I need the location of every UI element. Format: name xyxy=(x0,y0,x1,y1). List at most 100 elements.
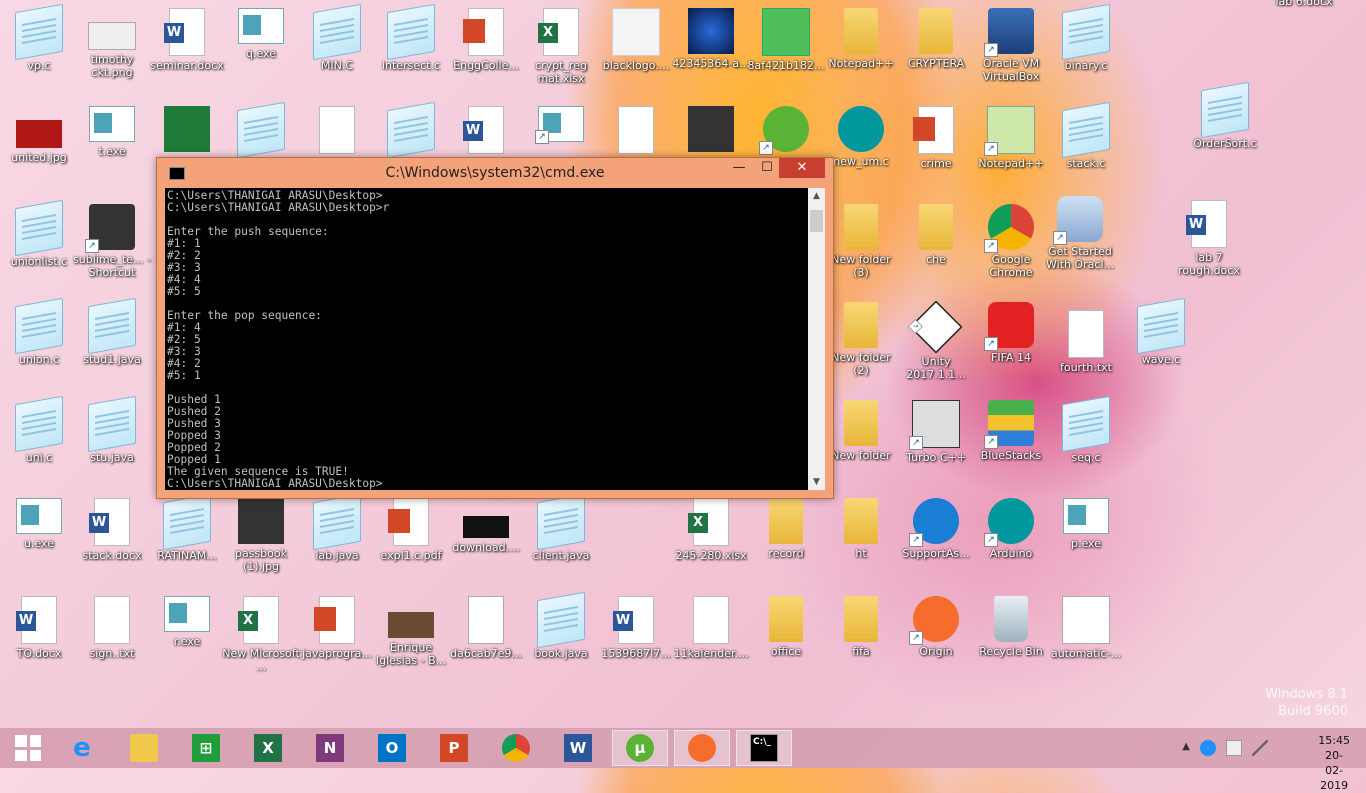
desktop-icon-notepadpp-folder[interactable]: Notepad++ xyxy=(822,8,900,70)
desktop-icon-che[interactable]: che xyxy=(897,204,975,266)
desktop-icon-supportas[interactable]: SupportAs... xyxy=(897,498,975,560)
desktop-icon-unionlist[interactable]: unionlist.c xyxy=(0,199,78,268)
tray-expand-icon[interactable]: ▲ xyxy=(1182,741,1190,752)
desktop-icon-u-exe[interactable]: u.exe xyxy=(0,498,78,550)
desktop-icon-11kalender[interactable]: 11kalender.... xyxy=(672,596,750,660)
desktop-icon-stack-c[interactable]: stack.c xyxy=(1047,101,1125,170)
network-icon[interactable] xyxy=(1252,740,1268,756)
taskbar-cmd[interactable]: C:\_ xyxy=(736,730,792,766)
desktop-icon-min-c[interactable]: MIN.C xyxy=(298,3,376,72)
desktop-icon-turbo-c[interactable]: Turbo C++ xyxy=(897,400,975,464)
taskbar-powerpoint[interactable]: P xyxy=(426,730,482,766)
desktop-icon-fifa[interactable]: fifa xyxy=(822,596,900,658)
taskbar-onenote[interactable]: N xyxy=(302,730,358,766)
desktop-icon-text-doc[interactable] xyxy=(597,106,675,154)
desktop-icon-c-file[interactable] xyxy=(222,101,300,159)
desktop-icon-utorrent[interactable] xyxy=(747,106,825,155)
taskbar-excel[interactable]: X xyxy=(240,730,296,766)
scrollbar-thumb[interactable] xyxy=(810,210,823,232)
vertical-scrollbar[interactable]: ▲ ▼ xyxy=(808,188,825,490)
desktop-icon-c-file-2[interactable] xyxy=(372,101,450,159)
desktop-icon-t-exe[interactable]: t.exe xyxy=(73,106,151,158)
tray-app-icon[interactable] xyxy=(1200,740,1216,756)
desktop-icon-lab6[interactable]: lab 6.docx xyxy=(1265,0,1343,8)
taskbar-store[interactable]: ⊞ xyxy=(178,730,234,766)
desktop-icon-origin[interactable]: Origin xyxy=(897,596,975,658)
desktop-icon-chrome[interactable]: Google Chrome xyxy=(972,204,1050,279)
desktop-icon-vp-c[interactable]: vp.c xyxy=(0,3,78,72)
scroll-up-icon[interactable]: ▲ xyxy=(808,188,825,204)
desktop-icon-q-exe[interactable]: q.exe xyxy=(222,8,300,60)
desktop-icon-bluestacks[interactable]: BlueStacks xyxy=(972,400,1050,462)
desktop-icon-stack-docx[interactable]: stack.docx xyxy=(73,498,151,562)
desktop-icon-recycle-bin[interactable]: Recycle Bin xyxy=(972,596,1050,658)
desktop-icon-uni-c[interactable]: uni.c xyxy=(0,395,78,464)
desktop-icon-field-image[interactable] xyxy=(148,106,226,152)
desktop-icon-p-exe[interactable]: p.exe xyxy=(1047,498,1125,550)
desktop-icon-expl1[interactable]: expl1.c.pdf xyxy=(372,498,450,562)
desktop-icon-new-microsoft[interactable]: New Microsoft ... xyxy=(222,596,300,673)
desktop-icon-oracle[interactable]: Get Started With Oracl... xyxy=(1041,196,1119,271)
desktop-icon-intersect[interactable]: intersect.c xyxy=(372,3,450,72)
desktop-icon-notepadpp[interactable]: Notepad++ xyxy=(972,106,1050,170)
desktop-icon-arduino[interactable]: Arduino xyxy=(972,498,1050,560)
action-center-icon[interactable] xyxy=(1226,740,1242,756)
minimize-button[interactable]: — xyxy=(725,158,753,178)
desktop-icon-automatic[interactable]: automatic-... xyxy=(1047,596,1125,660)
desktop-icon-timothy[interactable]: timothy ckt.png xyxy=(73,8,151,79)
desktop-icon-word-doc[interactable] xyxy=(447,106,525,154)
desktop-icon-download[interactable]: download.... xyxy=(447,498,525,554)
desktop-icon-fourth[interactable]: fourth.txt xyxy=(1047,310,1125,374)
desktop-icon-seminar[interactable]: seminar.docx xyxy=(148,8,226,72)
desktop-icon-to-docx[interactable]: TO.docx xyxy=(0,596,78,660)
desktop-icon-ht[interactable]: ht xyxy=(822,498,900,560)
desktop-icon-ordersort[interactable]: OrderSort.c xyxy=(1186,81,1264,150)
desktop-icon-photo[interactable] xyxy=(672,106,750,152)
desktop-icon-cryptera[interactable]: CRYPTERA xyxy=(897,8,975,70)
desktop-icon-da6cab[interactable]: da6cab7e9... xyxy=(447,596,525,660)
taskbar-outlook[interactable]: O xyxy=(364,730,420,766)
desktop-icon-enggcolle[interactable]: EnggColle... xyxy=(447,8,525,72)
desktop-icon-enrique[interactable]: Enrique Iglesias - B... xyxy=(372,596,450,667)
desktop-icon-sign[interactable]: sign..txt xyxy=(73,596,151,660)
desktop-icon-42345364[interactable]: 42345364-a... xyxy=(672,8,750,70)
desktop-icon-record[interactable]: record xyxy=(747,498,825,560)
desktop-icon-245-280[interactable]: 245-280.xlsx xyxy=(672,498,750,562)
desktop-icon-united[interactable]: united.jpg xyxy=(0,106,78,164)
desktop-icon-virtualbox[interactable]: Oracle VM VirtualBox xyxy=(972,8,1050,83)
cmd-window[interactable]: C:\Windows\system32\cmd.exe — ☐ ✕ C:\Use… xyxy=(156,157,834,499)
desktop-icon-office[interactable]: office xyxy=(747,596,825,658)
desktop-icon-8af421b[interactable]: 8af421b182... xyxy=(747,8,825,72)
desktop-icon-stud1[interactable]: stud1.java xyxy=(73,297,151,366)
desktop-icon-wave[interactable]: wave.c xyxy=(1122,297,1200,366)
desktop-icon-unity[interactable]: Unity 2017.1.1... xyxy=(897,300,975,381)
desktop-icon-binary[interactable]: binary.c xyxy=(1047,3,1125,72)
maximize-button[interactable]: ☐ xyxy=(753,158,781,178)
desktop-icon-crime[interactable]: crime xyxy=(897,106,975,170)
taskbar-utorrent[interactable]: µ xyxy=(612,730,668,766)
desktop-icon-crypt-reg[interactable]: crypt_reg mat.xlsx xyxy=(522,8,600,85)
desktop-icon-union-c[interactable]: union.c xyxy=(0,297,78,366)
cmd-titlebar[interactable]: C:\Windows\system32\cmd.exe — ☐ ✕ xyxy=(157,158,833,188)
desktop-icon-book-java[interactable]: book.java xyxy=(522,591,600,660)
taskbar-explorer[interactable] xyxy=(116,730,172,766)
desktop-icon-passbook[interactable]: passbook (1).jpg xyxy=(222,498,300,573)
desktop-icon-blacklogo[interactable]: blacklogo.... xyxy=(597,8,675,72)
close-button[interactable]: ✕ xyxy=(779,158,825,178)
start-button[interactable] xyxy=(0,730,56,766)
clock[interactable]: 15:45 20-02-2019 xyxy=(1318,733,1350,793)
scroll-down-icon[interactable]: ▼ xyxy=(808,474,825,490)
taskbar-chrome[interactable] xyxy=(488,730,544,766)
desktop-icon-seq[interactable]: seq.c xyxy=(1047,395,1125,464)
desktop-icon-lab-java[interactable]: lab.java xyxy=(298,493,376,562)
desktop-icon-ratinam[interactable]: RATINAM... xyxy=(148,493,226,562)
taskbar-ie[interactable]: e xyxy=(54,730,110,766)
desktop-icon-1539687[interactable]: 1539687l7... xyxy=(597,596,675,660)
taskbar-word[interactable]: W xyxy=(550,730,606,766)
desktop-icon-exe-shortcut[interactable] xyxy=(522,106,600,144)
desktop-icon-r-exe[interactable]: r.exe xyxy=(148,596,226,648)
desktop-icon-client[interactable]: client.java xyxy=(522,493,600,562)
console-area[interactable]: C:\Users\THANIGAI ARASU\Desktop> C:\User… xyxy=(165,188,825,490)
desktop-icon-stu-java[interactable]: stu.java xyxy=(73,395,151,464)
desktop-icon-sublime[interactable]: sublime_te... - Shortcut xyxy=(73,204,151,279)
